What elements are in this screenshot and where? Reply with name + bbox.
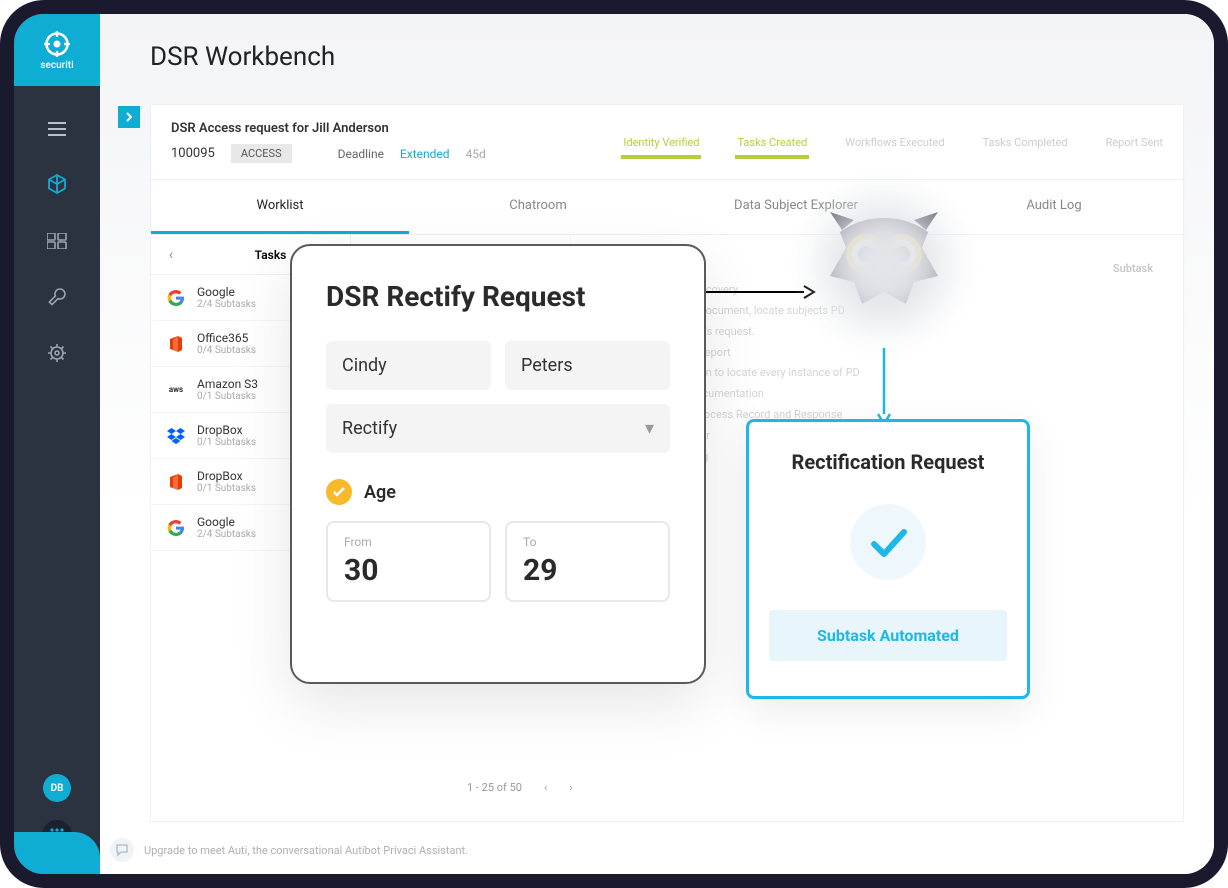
stage-workflows-executed: Workflows Executed — [845, 136, 944, 149]
request-title: DSR Access request for Jill Anderson — [171, 121, 486, 136]
field-label: Age — [364, 482, 396, 503]
securiti-logo-icon — [43, 30, 71, 58]
user-avatar[interactable]: DB — [43, 774, 71, 802]
stage-tasks-completed: Tasks Completed — [983, 136, 1068, 149]
result-card: Rectification Request Subtask Automated — [746, 419, 1030, 699]
action-select-value: Rectify — [342, 418, 397, 439]
last-name-input[interactable]: Peters — [505, 341, 670, 390]
action-select[interactable]: Rectify ▾ — [326, 404, 670, 453]
chevron-down-icon: ▾ — [645, 418, 654, 439]
recent-tickets-toggle[interactable] — [118, 106, 140, 128]
pagination-text: 1 - 25 of 50 — [467, 781, 522, 794]
detail-line: d documentation — [681, 384, 1153, 405]
to-value-box[interactable]: To 29 — [505, 521, 670, 602]
rectify-title: DSR Rectify Request — [326, 280, 670, 313]
brand-logo[interactable]: securiti — [14, 14, 100, 86]
detail-line: nation to locate every instance of PD — [681, 363, 1153, 384]
stage-tasks-created: Tasks Created — [737, 136, 807, 149]
rail-accent — [14, 832, 100, 874]
aws-icon: aws — [165, 379, 187, 401]
stage-report-sent: Report Sent — [1106, 136, 1163, 149]
google-icon — [165, 517, 187, 539]
office-icon — [165, 333, 187, 355]
success-check-icon — [850, 504, 926, 580]
from-label: From — [344, 535, 473, 549]
from-value-box[interactable]: From 30 — [326, 521, 491, 602]
dropbox-icon — [165, 425, 187, 447]
tab-worklist[interactable]: Worklist — [151, 180, 409, 234]
tasks-back-icon[interactable]: ‹ — [151, 247, 191, 263]
google-icon — [165, 287, 187, 309]
stage-tracker: Identity Verified Tasks Created Workflow… — [623, 136, 1163, 149]
chat-icon[interactable] — [110, 838, 134, 862]
ticket-id: 100095 — [171, 146, 215, 161]
office-icon — [165, 471, 187, 493]
brand-name: securiti — [40, 60, 73, 71]
from-value: 30 — [344, 553, 473, 588]
deadline-status: Extended — [400, 147, 450, 161]
cube-icon[interactable] — [42, 170, 72, 200]
subtask-automated-button[interactable]: Subtask Automated — [769, 610, 1007, 661]
page-title: DSR Workbench — [100, 14, 1214, 94]
wrench-icon[interactable] — [42, 282, 72, 312]
stage-identity-verified: Identity Verified — [623, 136, 699, 149]
left-rail: securiti DB — [14, 14, 100, 874]
pagination-next-icon[interactable]: › — [569, 781, 572, 794]
pagination: 1 - 25 of 50 ‹ › — [467, 781, 573, 794]
first-name-input[interactable]: Cindy — [326, 341, 491, 390]
deadline-label: Deadline — [338, 147, 384, 161]
tab-chatroom[interactable]: Chatroom — [409, 180, 667, 234]
footer-text: Upgrade to meet Auti, the conversational… — [144, 844, 468, 857]
to-label: To — [523, 535, 652, 549]
footer-bar: Upgrade to meet Auti, the conversational… — [100, 832, 1214, 868]
to-value: 29 — [523, 553, 652, 588]
arrow-down-icon — [876, 348, 892, 426]
tabs: Worklist Chatroom Data Subject Explorer … — [151, 180, 1183, 235]
owl-mascot — [794, 174, 974, 354]
rectify-modal: DSR Rectify Request Cindy Peters Rectify… — [290, 244, 706, 684]
check-badge-icon — [326, 479, 352, 505]
request-type-badge: ACCESS — [231, 144, 292, 163]
result-title: Rectification Request — [769, 450, 1007, 474]
gear-icon[interactable] — [42, 338, 72, 368]
deadline-age: 45d — [466, 147, 486, 161]
pagination-prev-icon[interactable]: ‹ — [544, 781, 547, 794]
hamburger-icon[interactable] — [42, 114, 72, 144]
dashboard-icon[interactable] — [42, 226, 72, 256]
